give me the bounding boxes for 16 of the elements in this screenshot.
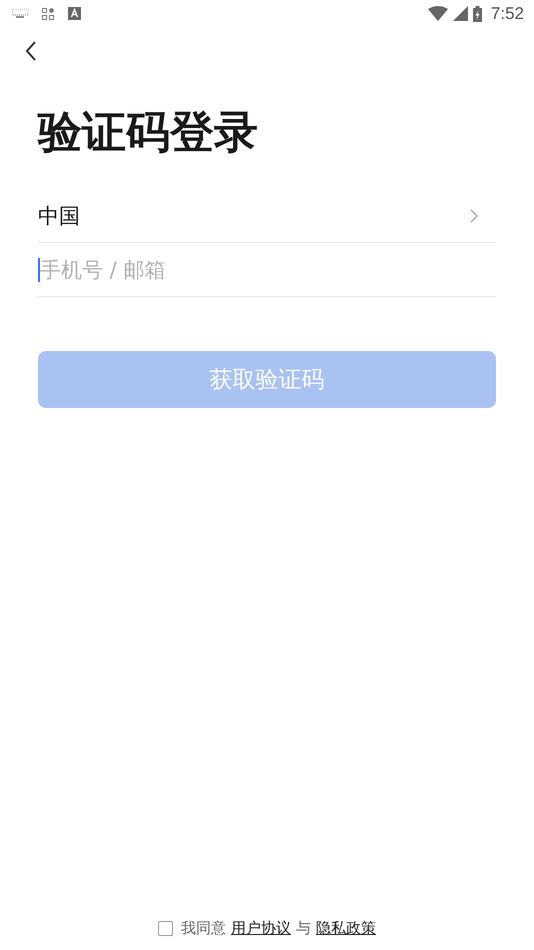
privacy-policy-link[interactable]: 隐私政策: [316, 919, 376, 938]
agree-checkbox[interactable]: [158, 921, 173, 936]
keyboard-icon: [12, 9, 28, 18]
signal-icon: [452, 6, 468, 21]
wifi-icon: [428, 6, 448, 21]
chevron-right-icon: [470, 208, 478, 222]
region-selector[interactable]: 中国: [38, 189, 496, 243]
font-icon: [68, 7, 81, 20]
agree-text: 我同意: [181, 919, 226, 938]
page-title: 验证码登录: [38, 106, 258, 160]
apps-icon: [42, 8, 54, 20]
user-agreement-link[interactable]: 用户协议: [231, 919, 291, 938]
battery-icon: [472, 6, 482, 22]
joiner-text: 与: [296, 919, 311, 938]
back-icon[interactable]: [25, 41, 37, 61]
status-time: 7:52: [490, 4, 524, 24]
